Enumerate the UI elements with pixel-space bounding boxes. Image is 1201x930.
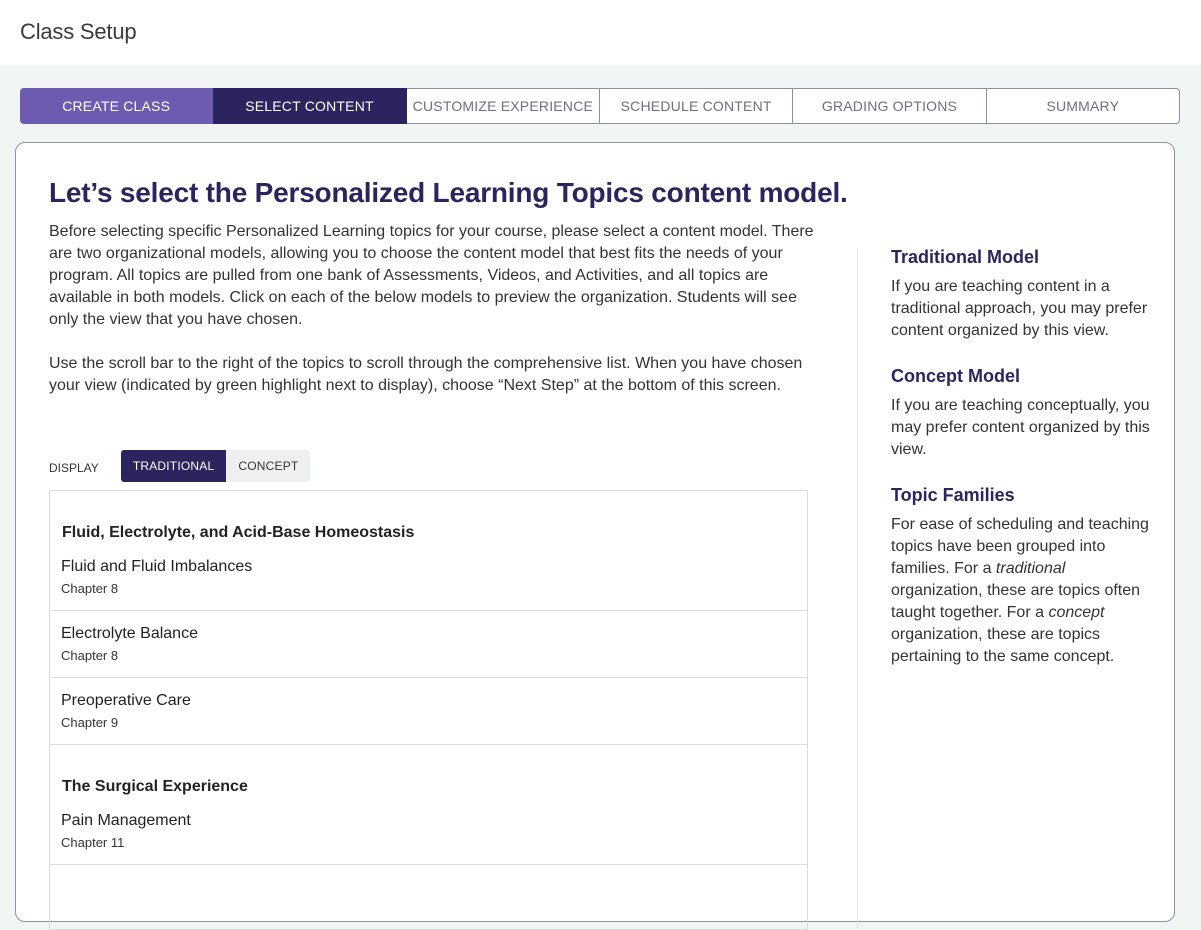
traditional-model-heading: Traditional Model <box>891 247 1040 267</box>
topic-name: Electrolyte Balance <box>61 625 198 642</box>
toggle-traditional[interactable]: TRADITIONAL <box>120 450 227 482</box>
display-toggle: TRADITIONAL CONCEPT <box>120 450 311 482</box>
intro-text: Before selecting specific Personalized L… <box>49 221 824 419</box>
topic-family-title: Fluid, Electrolyte, and Acid-Base Homeos… <box>62 524 415 541</box>
intro-paragraph-2: Use the scroll bar to the right of the t… <box>49 355 803 394</box>
topic-families-heading: Topic Families <box>891 485 1015 505</box>
step-select-content[interactable]: SELECT CONTENT <box>213 88 407 124</box>
topic-name: Fluid and Fluid Imbalances <box>61 558 253 575</box>
topic-family-title: The Surgical Experience <box>62 778 248 795</box>
step-grading-options[interactable]: GRADING OPTIONS <box>793 88 987 124</box>
topic-chapter: Chapter 8 <box>61 648 119 663</box>
topic-chapter: Chapter 9 <box>61 715 119 730</box>
traditional-model-text: If you are teaching content in a traditi… <box>891 278 1148 339</box>
section-title: Let’s select the Personalized Learning T… <box>49 177 848 208</box>
page-title: Class Setup <box>20 19 137 44</box>
info-sidebar: Traditional Model If you are teaching co… <box>891 247 1156 692</box>
toggle-concept[interactable]: CONCEPT <box>226 450 311 482</box>
concept-model-info: Concept Model If you are teaching concep… <box>891 366 1156 461</box>
list-item[interactable]: Fluid and Fluid Imbalances Chapter 8 <box>50 542 807 611</box>
topic-families-emphasis: concept <box>1048 604 1105 621</box>
list-item[interactable]: Electrolyte Balance Chapter 8 <box>50 611 807 678</box>
topic-name: Preoperative Care <box>61 692 191 709</box>
topic-families-text: For ease of scheduling and teaching topi… <box>891 514 1156 668</box>
content-card: Let’s select the Personalized Learning T… <box>15 142 1175 930</box>
topic-families-emphasis: traditional <box>995 560 1066 577</box>
display-label: DISPLAY <box>49 461 99 475</box>
traditional-model-info: Traditional Model If you are teaching co… <box>891 247 1156 342</box>
concept-model-text: If you are teaching conceptually, you ma… <box>891 397 1150 458</box>
topic-chapter: Chapter 8 <box>61 581 119 596</box>
intro-paragraph-1: Before selecting specific Personalized L… <box>49 223 814 328</box>
topic-name: Pain Management <box>61 812 191 829</box>
vertical-divider <box>857 248 858 928</box>
topic-chapter: Chapter 11 <box>61 835 125 850</box>
concept-model-heading: Concept Model <box>891 366 1020 386</box>
step-schedule-content[interactable]: SCHEDULE CONTENT <box>599 88 794 124</box>
topic-families-text-part: organization, these are topics pertainin… <box>891 626 1115 665</box>
setup-stepper: CREATE CLASS SELECT CONTENT CUSTOMIZE EX… <box>20 88 1180 124</box>
display-toggle-row: DISPLAY TRADITIONAL CONCEPT <box>49 450 311 482</box>
page-header: Class Setup <box>0 0 1201 65</box>
topic-list[interactable]: Fluid, Electrolyte, and Acid-Base Homeos… <box>49 490 808 930</box>
step-create-class[interactable]: CREATE CLASS <box>20 88 214 124</box>
step-customize-experience[interactable]: CUSTOMIZE EXPERIENCE <box>406 88 600 124</box>
list-item[interactable]: Pain Management Chapter 11 <box>50 796 807 865</box>
step-summary[interactable]: SUMMARY <box>986 88 1180 124</box>
list-item[interactable]: Preoperative Care Chapter 9 <box>50 678 807 745</box>
topic-families-info: Topic Families For ease of scheduling an… <box>891 485 1156 668</box>
